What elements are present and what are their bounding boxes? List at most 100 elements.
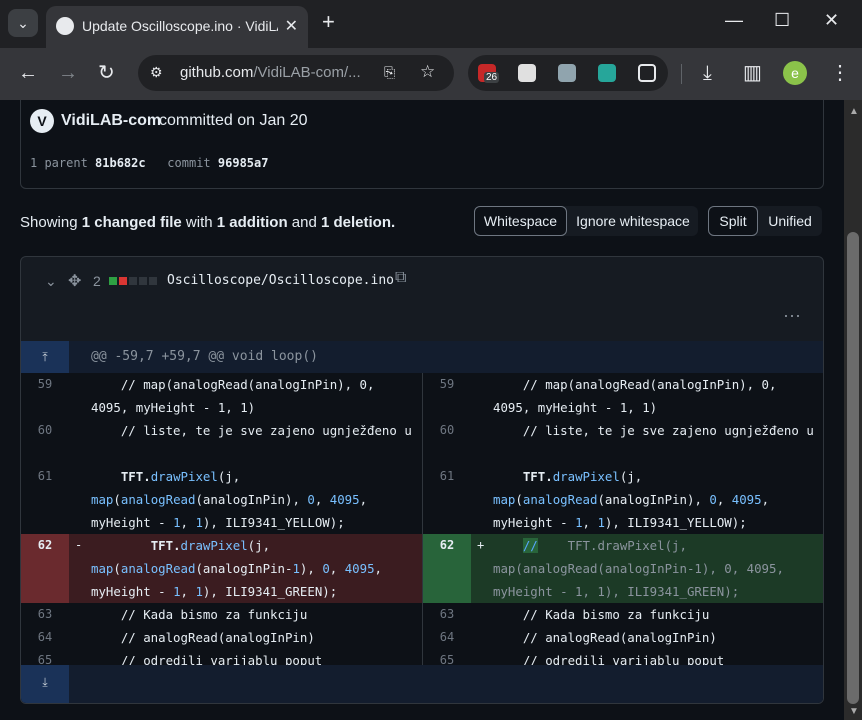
url-text: github.com/VidiLAB-com/... bbox=[180, 64, 361, 81]
install-app-icon[interactable]: ⎘ bbox=[384, 64, 400, 80]
file-diff: ⌄ ✥ 2 Oscilloscope/Oscilloscope.ino ⧉ ··… bbox=[20, 256, 824, 704]
parent-sha-link[interactable]: 81b682c bbox=[95, 156, 146, 170]
diff-row-63-right: 63 // Kada bismo za funkciju bbox=[423, 603, 823, 626]
toolbar-separator bbox=[681, 64, 682, 84]
code-line: // analogRead(analogInPin) bbox=[493, 630, 717, 645]
diff-row-61-right: 61 TFT.drawPixel(j, map(analogRead(analo… bbox=[423, 465, 823, 534]
address-bar[interactable]: ⚙ github.com/VidiLAB-com/... ⎘ ☆ bbox=[138, 55, 454, 91]
author-avatar-icon[interactable]: V bbox=[30, 109, 54, 133]
line-number[interactable]: 64 bbox=[21, 626, 69, 649]
menu-kebab-icon[interactable]: ⋮ bbox=[830, 62, 850, 84]
diff-row-63-left: 63 // Kada bismo za funkciju bbox=[21, 603, 422, 626]
forward-icon[interactable]: → bbox=[58, 62, 78, 84]
file-options-icon[interactable]: ··· bbox=[783, 305, 801, 326]
deletion-marker: - bbox=[75, 538, 83, 552]
extension-icon[interactable] bbox=[518, 64, 536, 82]
commit-info-box: V VidiLAB-com committed on Jan 20 1 pare… bbox=[20, 100, 824, 189]
file-header: ⌄ ✥ 2 Oscilloscope/Oscilloscope.ino ⧉ ··… bbox=[21, 257, 823, 341]
download-icon[interactable]: ⤓ bbox=[703, 62, 712, 84]
split-view-button[interactable]: Split bbox=[708, 206, 758, 236]
copy-path-icon[interactable]: ⧉ bbox=[395, 269, 406, 287]
commit-author[interactable]: VidiLAB-com bbox=[61, 112, 161, 130]
close-window-icon[interactable]: ✕ bbox=[824, 10, 839, 31]
line-number[interactable]: 64 bbox=[423, 626, 471, 649]
whitespace-toggle: Whitespace Ignore whitespace bbox=[474, 206, 698, 236]
new-tab-icon[interactable]: + bbox=[322, 11, 335, 33]
diff-row-61-left: 61 TFT.drawPixel(j, map(analogRead(analo… bbox=[21, 465, 422, 534]
code-line: // Kada bismo za funkciju bbox=[493, 607, 710, 622]
code-line: TFT.drawPixel(j, map(analogRead(analogIn… bbox=[91, 469, 375, 530]
changes-count: 2 bbox=[93, 273, 101, 289]
scroll-down-arrow-icon[interactable]: ▼ bbox=[849, 706, 859, 717]
close-tab-icon[interactable]: ✕ bbox=[285, 16, 298, 36]
line-number[interactable]: 60 bbox=[21, 419, 69, 442]
line-number[interactable]: 63 bbox=[423, 603, 471, 626]
diff-row-60-left: 60 // liste, te je sve zajeno ugnježđeno… bbox=[21, 419, 422, 465]
unified-view-button[interactable]: Unified bbox=[760, 206, 820, 236]
expand-all-icon[interactable]: ✥ bbox=[68, 271, 81, 291]
diff-row-62-deleted: 62 - TFT.drawPixel(j, map(analogRead(ana… bbox=[21, 534, 422, 603]
diff-row-62-added: 62 + // TFT.drawPixel(j, map(analogRead(… bbox=[423, 534, 823, 603]
page-scrollbar[interactable]: ▲ ▼ bbox=[844, 100, 862, 720]
browser-tab[interactable]: Update Oscilloscope.ino · VidiLAB-com/Os… bbox=[46, 6, 308, 48]
diff-row-59-right: 59 // map(analogRead(analogInPin), 0, 40… bbox=[423, 373, 823, 419]
diff-row-60-right: 60 // liste, te je sve zajeno ugnježđeno… bbox=[423, 419, 823, 465]
minimize-icon[interactable]: — bbox=[725, 10, 743, 31]
code-line: // map(analogRead(analogInPin), 0, 4095,… bbox=[493, 377, 784, 415]
extensions-area: 26 bbox=[468, 55, 668, 91]
line-number[interactable]: 61 bbox=[21, 465, 69, 488]
scroll-thumb[interactable] bbox=[847, 232, 859, 704]
extension-icon[interactable] bbox=[598, 64, 616, 82]
back-icon[interactable]: ← bbox=[18, 62, 38, 84]
line-number[interactable]: 59 bbox=[423, 373, 471, 396]
page-content: V VidiLAB-com committed on Jan 20 1 pare… bbox=[0, 100, 844, 720]
site-info-icon[interactable]: ⚙ bbox=[150, 64, 166, 80]
code-line: // liste, te je sve zajeno ugnježđeno u bbox=[91, 423, 412, 438]
commit-meta: 1 parent 81b682c commit 96985a7 bbox=[30, 156, 269, 170]
line-number[interactable]: 60 bbox=[423, 419, 471, 442]
extension-badge: 26 bbox=[484, 72, 500, 83]
file-name[interactable]: Oscilloscope/Oscilloscope.ino bbox=[167, 273, 394, 288]
hunk-header: ⤒ @@ -59,7 +59,7 @@ void loop() bbox=[21, 341, 823, 373]
expand-down-icon[interactable]: ⤓ bbox=[21, 665, 69, 703]
scroll-up-arrow-icon[interactable]: ▲ bbox=[849, 106, 859, 117]
github-favicon-icon bbox=[56, 17, 74, 35]
view-toggle: Split Unified bbox=[708, 206, 822, 236]
diff-left-side: 59 // map(analogRead(analogInPin), 0, 40… bbox=[21, 373, 422, 703]
tab-search-icon[interactable]: ⌄ bbox=[8, 9, 38, 37]
line-number[interactable]: 59 bbox=[21, 373, 69, 396]
line-number[interactable]: 62 bbox=[21, 534, 69, 603]
code-line: // liste, te je sve zajeno ugnježđeno u bbox=[493, 423, 814, 438]
browser-toolbar: ← → ↻ ⚙ github.com/VidiLAB-com/... ⎘ ☆ 2… bbox=[0, 48, 862, 100]
code-line: TFT.drawPixel(j, map(analogRead(analogIn… bbox=[493, 469, 777, 530]
line-number[interactable]: 63 bbox=[21, 603, 69, 626]
diff-row-64-right: 64 // analogRead(analogInPin) bbox=[423, 626, 823, 649]
hunk-header-text: @@ -59,7 +59,7 @@ void loop() bbox=[91, 349, 318, 364]
bookmark-star-icon[interactable]: ☆ bbox=[420, 62, 436, 81]
extensions-puzzle-icon[interactable] bbox=[638, 64, 656, 82]
split-diff: 59 // map(analogRead(analogInPin), 0, 40… bbox=[21, 373, 823, 703]
tab-title: Update Oscilloscope.ino · VidiLAB-com/Os… bbox=[82, 18, 278, 34]
code-line: TFT.drawPixel(j, map(analogRead(analogIn… bbox=[91, 538, 390, 599]
diff-row-59-left: 59 // map(analogRead(analogInPin), 0, 40… bbox=[21, 373, 422, 419]
code-line: // Kada bismo za funkciju bbox=[91, 607, 308, 622]
line-number[interactable]: 61 bbox=[423, 465, 471, 488]
browser-tab-strip: ⌄ Update Oscilloscope.ino · VidiLAB-com/… bbox=[0, 0, 862, 48]
diff-summary: Showing 1 changed file with 1 addition a… bbox=[20, 214, 396, 231]
line-number[interactable]: 62 bbox=[423, 534, 471, 603]
diff-right-side: 59 // map(analogRead(analogInPin), 0, 40… bbox=[423, 373, 823, 703]
whitespace-button[interactable]: Whitespace bbox=[474, 206, 567, 236]
side-panel-icon[interactable]: ▥ bbox=[743, 62, 762, 84]
profile-avatar[interactable]: e bbox=[783, 61, 807, 85]
code-line: // analogRead(analogInPin) bbox=[91, 630, 315, 645]
code-line: // map(analogRead(analogInPin), 0, 4095,… bbox=[91, 377, 382, 415]
collapse-chevron-icon[interactable]: ⌄ bbox=[45, 273, 57, 290]
expand-up-icon[interactable]: ⤒ bbox=[21, 341, 69, 373]
expand-down-row: ⤓ bbox=[21, 665, 823, 703]
code-line: // TFT.drawPixel(j, map(analogRead(analo… bbox=[493, 538, 792, 599]
diff-row-64-left: 64 // analogRead(analogInPin) bbox=[21, 626, 422, 649]
reload-icon[interactable]: ↻ bbox=[98, 62, 115, 84]
ignore-whitespace-button[interactable]: Ignore whitespace bbox=[571, 206, 695, 236]
extension-icon[interactable] bbox=[558, 64, 576, 82]
maximize-icon[interactable]: ☐ bbox=[774, 10, 790, 31]
